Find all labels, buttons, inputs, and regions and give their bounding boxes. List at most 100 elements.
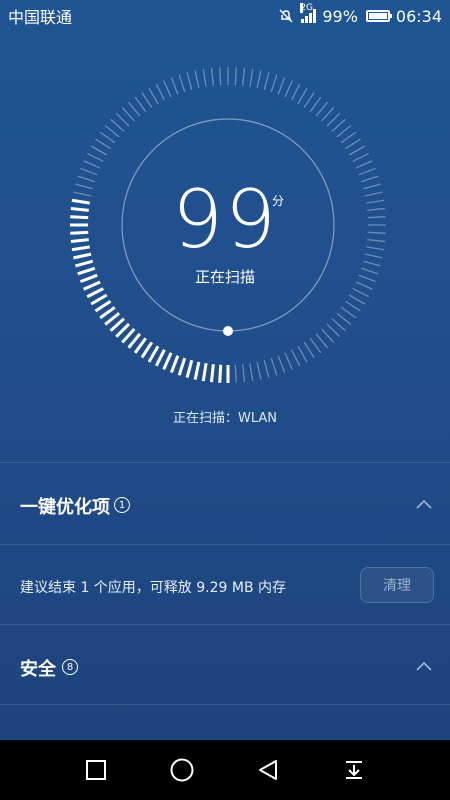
scan-current-item: 正在扫描：WLAN	[172, 411, 277, 426]
progress-tick-active	[193, 361, 201, 380]
progress-tick-active	[90, 293, 108, 306]
progress-tick	[358, 167, 376, 176]
chevron-up-icon[interactable]	[416, 659, 432, 675]
progress-tick-active	[104, 311, 121, 326]
progress-tick	[326, 112, 341, 127]
suggestion-text: 建议结束 1 个应用，可释放 9.29 MB 内存	[20, 580, 287, 596]
progress-tick	[110, 118, 125, 132]
progress-tick-active	[109, 317, 125, 332]
progress-tick	[128, 101, 141, 117]
progress-tick	[309, 96, 322, 113]
chevron-up-icon[interactable]	[416, 497, 432, 513]
progress-tick	[90, 145, 108, 156]
score-unit: 分	[272, 194, 285, 208]
status-bar: 中国联通 2G 99% 06:34	[0, 0, 450, 32]
progress-tick-active	[99, 306, 116, 320]
back-triangle-icon	[259, 760, 277, 780]
progress-tick	[303, 342, 315, 358]
progress-tick	[210, 67, 215, 86]
section-title: 一键优化项	[20, 497, 110, 518]
next-item-partial	[0, 704, 450, 742]
progress-tick	[263, 360, 270, 378]
progress-tick	[234, 364, 237, 383]
progress-tick	[348, 145, 366, 156]
progress-tick	[336, 312, 352, 325]
progress-tick	[121, 107, 135, 122]
progress-tick-active	[94, 299, 112, 313]
notification-button[interactable]	[337, 753, 371, 787]
suggestion-row: 建议结束 1 个应用，可释放 9.29 MB 内存 清理	[0, 544, 450, 624]
progress-tick-active	[177, 357, 187, 376]
progress-tick-active	[140, 341, 154, 359]
progress-tick	[170, 77, 179, 95]
progress-tick-active	[154, 349, 166, 367]
progress-tick	[83, 160, 101, 169]
progress-tick	[340, 306, 357, 319]
progress-tick-active	[209, 364, 215, 383]
progress-tick-active	[115, 322, 131, 338]
progress-tick	[331, 318, 346, 332]
progress-tick	[99, 131, 116, 144]
progress-tick	[290, 83, 301, 101]
section-optimize[interactable]: 一键优化项 1	[0, 462, 450, 544]
progress-tick	[297, 87, 308, 105]
progress-tick	[345, 138, 361, 150]
progress-tick	[321, 107, 335, 122]
notification-pull-icon	[346, 761, 362, 779]
progress-tick	[284, 352, 293, 370]
progress-tick	[303, 92, 315, 108]
progress-tick	[326, 323, 341, 338]
back-button[interactable]	[251, 753, 285, 787]
progress-tick	[321, 328, 335, 343]
progress-tick-active	[127, 332, 142, 349]
progress-tick	[186, 72, 193, 90]
health-score: 99	[172, 173, 278, 266]
section-security[interactable]: 安全 8	[0, 624, 450, 704]
progress-tick	[249, 363, 254, 382]
results-panel: 一键优化项 1 建议结束 1 个应用，可释放 9.29 MB 内存 清理 安全 …	[0, 462, 450, 742]
progress-tick	[297, 345, 308, 363]
recents-button[interactable]	[79, 753, 113, 787]
progress-tick	[256, 70, 262, 89]
progress-tick-active	[185, 359, 194, 379]
progress-tick	[270, 357, 278, 376]
navigation-bar	[0, 740, 450, 800]
status-icons: 2G 99% 06:34	[277, 3, 442, 26]
progress-tick	[348, 294, 366, 305]
progress-tick	[241, 364, 246, 383]
progress-tick	[355, 160, 373, 169]
progress-tick	[284, 80, 293, 98]
progress-tick	[309, 337, 322, 354]
home-button[interactable]	[165, 753, 199, 787]
progress-tick	[104, 125, 120, 138]
progress-tick	[315, 101, 328, 117]
progress-tick	[95, 138, 111, 150]
progress-tick	[86, 152, 104, 163]
network-type: 2G	[300, 3, 314, 13]
progress-tick	[256, 361, 262, 380]
count-badge: 8	[62, 659, 78, 675]
progress-tick	[80, 167, 98, 176]
progress-tick	[331, 118, 346, 132]
battery-percent: 99%	[322, 6, 358, 26]
progress-tick	[178, 74, 186, 93]
progress-tick	[352, 287, 370, 298]
progress-tick-active	[201, 363, 208, 382]
progress-tick	[134, 96, 147, 113]
progress-tick	[277, 77, 286, 95]
clean-button[interactable]: 清理	[360, 567, 434, 603]
progress-tick	[336, 125, 352, 138]
progress-tick	[163, 80, 172, 98]
progress-tick-active	[121, 328, 136, 344]
progress-tick	[234, 67, 237, 86]
progress-tick	[194, 70, 200, 89]
signal-icon: 2G	[300, 3, 317, 23]
section-title: 安全	[20, 659, 56, 680]
progress-tick-active	[218, 364, 223, 383]
progress-tick	[155, 83, 166, 101]
progress-tick	[249, 68, 254, 87]
progress-tick-active	[133, 337, 147, 354]
progress-tick	[290, 349, 301, 367]
count-badge: 1	[114, 497, 130, 513]
home-circle-icon	[170, 758, 194, 782]
